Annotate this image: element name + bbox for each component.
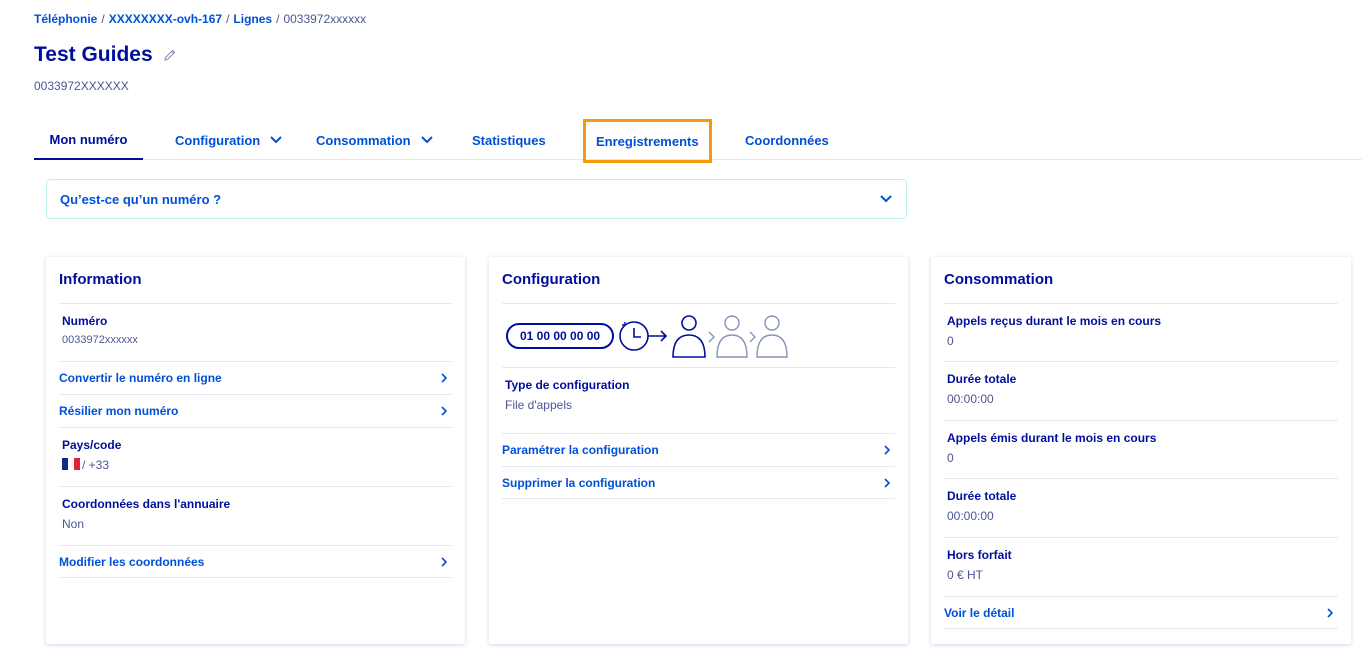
- page-subtitle: 0033972XXXXXX: [34, 79, 129, 93]
- breadcrumb-current: 0033972xxxxxx: [283, 12, 367, 26]
- pays-value: / +33: [82, 458, 110, 472]
- chevron-right-icon: [441, 406, 448, 416]
- breadcrumb-separator: /: [226, 12, 230, 26]
- card-title: Consommation: [944, 271, 1054, 288]
- tab-label: Mon numéro: [49, 131, 128, 147]
- link-label: Voir le détail: [944, 605, 1015, 620]
- card-title: Configuration: [502, 271, 601, 288]
- modify-coordinates-link[interactable]: Modifier les coordonnées: [59, 545, 452, 578]
- tab-configuration[interactable]: Configuration: [175, 120, 282, 160]
- stat-label: Appels reçus durant le mois en cours: [947, 314, 1162, 328]
- link-label: Modifier les coordonnées: [59, 554, 205, 569]
- calls-emitted-row: Appels émis durant le mois en cours 0: [944, 420, 1338, 478]
- breadcrumb-lignes[interactable]: Lignes: [233, 12, 272, 26]
- tab-consommation[interactable]: Consommation: [316, 120, 433, 160]
- delete-configuration-link[interactable]: Supprimer la configuration: [502, 466, 895, 499]
- duration-received-row: Durée totale 00:00:00: [944, 361, 1338, 420]
- chevron-right-icon: [1327, 607, 1334, 618]
- breadcrumb-account[interactable]: XXXXXXXX-ovh-167: [109, 12, 222, 26]
- what-is-number-accordion[interactable]: Qu’est-ce qu’un numéro ?: [46, 179, 907, 219]
- convert-number-link[interactable]: Convertir le numéro en ligne: [59, 361, 452, 394]
- cancel-number-link[interactable]: Résilier mon numéro: [59, 394, 452, 427]
- chevron-down-icon: [270, 136, 282, 144]
- accordion-label: Qu’est-ce qu’un numéro ?: [60, 191, 222, 207]
- stat-label: Durée totale: [947, 372, 1017, 386]
- stat-value: 0: [947, 334, 954, 348]
- link-label: Convertir le numéro en ligne: [59, 371, 222, 385]
- stat-value: 0: [947, 451, 954, 465]
- tab-enregistrements[interactable]: Enregistrements: [583, 119, 712, 163]
- duration-emitted-row: Durée totale 00:00:00: [944, 478, 1338, 537]
- chevron-down-icon: [880, 195, 892, 203]
- configure-link[interactable]: Paramétrer la configuration: [502, 433, 895, 466]
- chevron-right-icon: [884, 477, 891, 488]
- page-title-wrapper: Test Guides: [34, 43, 177, 67]
- tab-label: Consommation: [316, 132, 411, 148]
- breadcrumb: Téléphonie / XXXXXXXX-ovh-167 / Lignes /…: [34, 12, 366, 26]
- card-title: Information: [59, 271, 142, 288]
- annuaire-row: Coordonnées dans l'annuaire Non: [59, 486, 452, 545]
- breadcrumb-telephonie[interactable]: Téléphonie: [34, 12, 97, 26]
- consommation-card: Consommation Appels reçus durant le mois…: [931, 257, 1351, 644]
- diagram-number: 01 00 00 00 00: [520, 328, 601, 343]
- breadcrumb-separator: /: [276, 12, 280, 26]
- stat-value: 00:00:00: [947, 509, 994, 523]
- stat-label: Appels émis durant le mois en cours: [947, 431, 1157, 445]
- stat-value: 0 € HT: [947, 568, 984, 582]
- pays-value-wrapper: / +33: [62, 458, 449, 472]
- chevron-right-icon: [884, 445, 891, 455]
- chevron-down-icon: [420, 136, 433, 144]
- page-title: Test Guides: [34, 43, 153, 66]
- stat-label: Hors forfait: [947, 548, 1012, 562]
- link-label: Supprimer la configuration: [502, 475, 656, 490]
- pays-label: Pays/code: [62, 438, 122, 452]
- phone-number-pill: 01 00 00 00 00: [506, 322, 615, 349]
- annuaire-label: Coordonnées dans l'annuaire: [62, 497, 231, 511]
- config-type-row: Type de configuration File d'appels: [502, 367, 895, 433]
- numero-label: Numéro: [62, 314, 108, 328]
- pays-row: Pays/code / +33: [59, 427, 452, 486]
- out-of-plan-row: Hors forfait 0 € HT: [944, 537, 1338, 596]
- stat-label: Durée totale: [947, 489, 1017, 503]
- tab-label: Configuration: [175, 132, 261, 148]
- breadcrumb-separator: /: [101, 12, 105, 26]
- view-detail-link[interactable]: Voir le détail: [944, 596, 1338, 629]
- tab-label: Statistiques: [472, 132, 546, 148]
- annuaire-value: Non: [62, 517, 85, 531]
- config-type-value: File d'appels: [505, 398, 572, 412]
- tab-statistiques[interactable]: Statistiques: [472, 120, 546, 160]
- config-type-label: Type de configuration: [505, 378, 630, 392]
- link-label: Paramétrer la configuration: [502, 443, 659, 457]
- pencil-icon[interactable]: [163, 48, 177, 62]
- stat-value: 00:00:00: [947, 392, 994, 406]
- call-queue-illustration-icon: [619, 314, 788, 358]
- chevron-right-icon: [441, 373, 448, 383]
- chevron-right-icon: [441, 556, 448, 567]
- tab-bar: Mon numéro Configuration Consommation St…: [34, 119, 1362, 163]
- numero-value: 0033972xxxxxx: [62, 334, 138, 346]
- calls-received-row: Appels reçus durant le mois en cours 0: [944, 303, 1338, 361]
- tab-mon-numero[interactable]: Mon numéro: [34, 120, 143, 160]
- configuration-diagram: 01 00 00 00 00: [502, 303, 895, 367]
- numero-row: Numéro 0033972xxxxxx: [59, 303, 452, 361]
- tab-coordonnees[interactable]: Coordonnées: [745, 120, 829, 160]
- tab-label: Enregistrements: [596, 133, 699, 149]
- information-card: Information Numéro 0033972xxxxxx Convert…: [46, 257, 465, 644]
- tab-label: Coordonnées: [745, 132, 829, 148]
- link-label: Résilier mon numéro: [59, 404, 179, 418]
- configuration-card: Configuration 01 00 00 00 00 Type de con…: [489, 257, 908, 644]
- flag-fr-icon: [62, 458, 80, 470]
